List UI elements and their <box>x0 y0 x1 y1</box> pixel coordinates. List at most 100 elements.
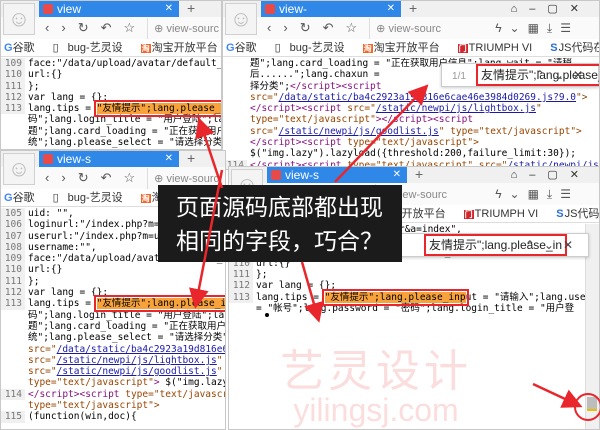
line-number: 114 <box>1 388 25 401</box>
bookmark-item[interactable]: 门 TRIUMPH VI <box>457 42 542 54</box>
star-icon[interactable]: ☆ <box>124 170 136 185</box>
address-bar[interactable]: ⊕ view-sourc <box>147 18 221 40</box>
bookmark-item[interactable]: G谷歌 <box>226 42 266 54</box>
bookmark-item[interactable]: ▯ bug-艺灵设 <box>53 42 132 54</box>
close-tab-icon[interactable]: ✕ <box>165 1 173 17</box>
new-tab-button[interactable]: + <box>415 167 423 181</box>
address-bar[interactable]: ⊕ view-sourc <box>369 18 453 40</box>
favicon-icon <box>43 154 53 164</box>
bookmark-item[interactable]: G谷歌 <box>4 42 44 54</box>
bookmark-item[interactable]: SJS代码在线预 <box>550 42 599 54</box>
code-line: 113lang.tips = "友情提示";lang.please_input <box>1 295 225 313</box>
code-line: src="/static/newpi/js/goodlist.js" type= <box>1 366 225 377</box>
taobao-icon: 淘 <box>362 44 373 53</box>
page-icon: ▯ <box>52 192 59 204</box>
new-tab-button[interactable]: + <box>409 1 417 15</box>
bookmark-item[interactable]: G谷歌 <box>4 192 44 204</box>
tab-view-source[interactable]: view-s ✕ <box>39 151 179 167</box>
tab-title: view-s <box>285 168 320 182</box>
toolbar-icons[interactable]: ϟ⌄▦⤓☰ <box>495 183 579 205</box>
window-controls[interactable]: ⌂–▢✕ <box>511 2 591 15</box>
code-token: </script><script <box>250 103 348 115</box>
js-icon: S <box>550 42 558 54</box>
reload-icon[interactable]: ↻ <box>78 170 89 185</box>
star-icon[interactable]: ☆ <box>346 20 358 35</box>
forward-icon[interactable]: › <box>283 20 287 35</box>
tab-view-source[interactable]: view ✕ <box>39 1 179 17</box>
tab-view-source[interactable]: view- ✕ <box>261 1 401 17</box>
back-icon[interactable]: ‹ <box>45 20 49 35</box>
line-number: 110 <box>1 264 25 276</box>
source-link[interactable]: /static/newpi/js/goodlist.js <box>57 366 217 377</box>
forward-icon[interactable]: › <box>61 20 65 35</box>
code-line: src="/data/static/ba4c2923a19d816e6cae46… <box>223 92 599 103</box>
code-line: src="/static/newpi/js/lightbox.js" type= <box>1 355 225 366</box>
new-tab-button[interactable]: + <box>187 1 195 15</box>
bookmark-label: JS代码在线预 <box>564 208 600 220</box>
code-line: $("img.lazy").lazyload({threshold:200,fa… <box>223 148 599 159</box>
star-icon[interactable]: ☆ <box>124 20 136 35</box>
source-link[interactable]: /data/static/ba4c2923a19d816e6cae46e3984… <box>279 92 576 103</box>
bookmark-item[interactable]: 淘淘宝开放平台 <box>362 42 449 54</box>
avatar[interactable]: ☺ <box>225 3 257 35</box>
reload-icon[interactable]: ↻ <box>300 20 311 35</box>
bookmark-item[interactable]: 淘淘宝开放平台 <box>140 42 221 54</box>
undo-icon[interactable]: ↶ <box>101 170 112 185</box>
toolbar-icons[interactable]: ϟ⌄▦⤓☰ <box>495 17 579 39</box>
find-next-icon[interactable]: ⌄ <box>544 238 563 252</box>
undo-icon[interactable]: ↶ <box>101 20 112 35</box>
code-token: }; <box>256 269 268 281</box>
bookmark-item[interactable]: ▯ bug-艺灵设 <box>275 42 354 54</box>
undo-icon[interactable]: ↶ <box>323 20 334 35</box>
code-line: </script><script type="text/javascript"> <box>223 137 599 148</box>
avatar[interactable]: ☺ <box>3 3 35 35</box>
source-link[interactable]: /static/newpi/js/goodlist.js <box>279 126 439 137</box>
bookmark-label: bug-艺灵设 <box>67 192 123 204</box>
source-link[interactable]: /static/newpi/js/lightbox.js <box>376 103 536 114</box>
caption-line-2: 相同的字段，巧合？ <box>176 228 383 254</box>
forward-icon[interactable]: › <box>61 170 65 185</box>
find-prev-icon[interactable]: ⌃ <box>525 238 544 252</box>
code-token: 择分类"; <box>250 80 290 92</box>
source-link[interactable]: /data/static/ba4c2923a19d816e6cae46 <box>57 344 225 355</box>
code-line: type="text/javascript"> $("img.lazy").la <box>1 377 225 388</box>
code-token: }; <box>28 80 40 92</box>
code-token: src=" <box>250 91 279 103</box>
line-number: 112 <box>229 280 253 292</box>
code-line: 115 (function(win,doc){ <box>1 411 225 423</box>
bookmark-item[interactable]: SJS代码在线预 <box>556 208 600 220</box>
code-line: type="text/javascript"></script><script <box>223 114 599 125</box>
watermark: 艺灵设计 yilingsj.com <box>280 350 472 427</box>
bookmark-label: TRIUMPH VI <box>468 42 533 54</box>
code-line: src="/data/static/ba4c2923a19d816e6cae46 <box>1 344 225 355</box>
bookmarks-bar: G谷歌▯bug-艺灵设淘淘宝开放平台门TRIUMPH VI <box>1 39 221 57</box>
close-tab-icon[interactable]: ✕ <box>387 1 395 17</box>
code-line: type="text/javascript"> <box>1 400 225 411</box>
find-next-icon[interactable]: ⌄ <box>554 68 573 82</box>
bookmark-item[interactable]: 门 TRIUMPH VI <box>463 208 548 220</box>
back-icon[interactable]: ‹ <box>45 170 49 185</box>
tab-bar: view- ✕ + ⌂–▢✕ <box>223 1 599 17</box>
code-token: $("img.lazy").la <box>165 377 225 389</box>
close-tab-icon[interactable]: ✕ <box>393 167 401 183</box>
back-icon[interactable]: ‹ <box>267 20 271 35</box>
source-link[interactable]: /static/newpi/js/lightbox.js <box>57 355 217 366</box>
find-prev-icon[interactable]: ⌃ <box>535 68 554 82</box>
code-token: url:{} <box>28 69 63 81</box>
window-controls[interactable]: ⌂–▢✕ <box>511 168 591 181</box>
bookmark-item[interactable]: ▯ bug-艺灵设 <box>53 192 132 204</box>
bookmark-label: bug-艺灵设 <box>67 42 123 54</box>
code-line: 码";lang.login_title = "用户登陆";lang.c <box>1 310 225 321</box>
favicon-icon <box>271 170 281 180</box>
close-tab-icon[interactable]: ✕ <box>165 151 173 167</box>
url-text: view-sourc <box>388 23 442 35</box>
line-number: 110 <box>1 69 25 81</box>
bookmark-label: 谷歌 <box>12 42 35 54</box>
new-tab-button[interactable]: + <box>187 151 195 165</box>
avatar[interactable]: ☺ <box>3 153 35 185</box>
tab-view-source[interactable]: view-s ✕ <box>267 167 407 183</box>
reload-icon[interactable]: ↻ <box>78 20 89 35</box>
scrollbar-thumb[interactable] <box>587 397 597 411</box>
find-close-icon[interactable]: ✕ <box>563 238 582 252</box>
find-close-icon[interactable]: ✕ <box>573 68 592 82</box>
